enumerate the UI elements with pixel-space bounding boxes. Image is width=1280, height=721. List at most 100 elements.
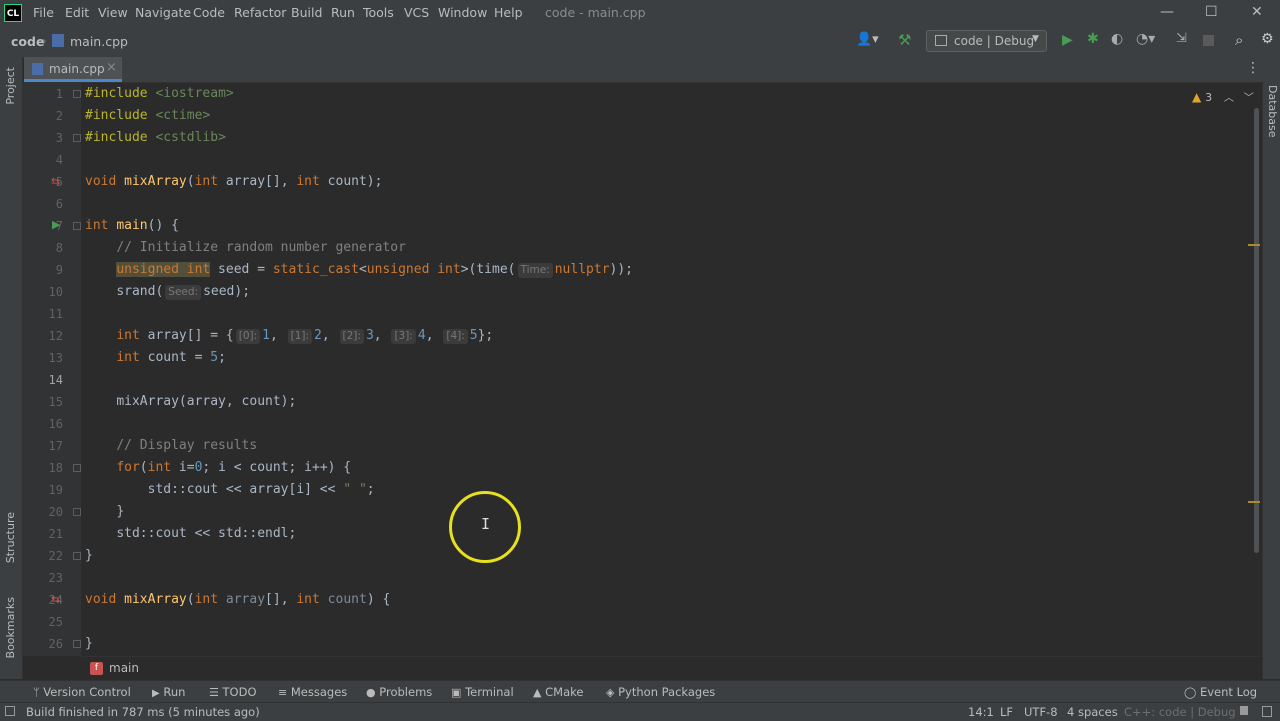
warning-count: 3 <box>1205 91 1213 104</box>
user-icon[interactable]: 👤▾ <box>856 32 879 47</box>
menu-file[interactable]: File <box>33 5 54 20</box>
stop-icon[interactable] <box>1203 35 1214 46</box>
menu-vcs[interactable]: VCS <box>404 5 429 20</box>
line-number: 23 <box>48 571 63 585</box>
menu-navigate[interactable]: Navigate <box>135 5 191 20</box>
tool-todo[interactable]: ☰ TODO <box>209 685 257 699</box>
line-number: 17 <box>48 439 63 453</box>
line-number: 18 <box>48 461 63 475</box>
line-separator[interactable]: LF <box>1000 705 1013 719</box>
vertical-scrollbar[interactable] <box>1254 108 1259 553</box>
index-hint: [3]: <box>391 329 416 344</box>
fold-icon[interactable] <box>73 508 81 516</box>
indent-setting[interactable]: 4 spaces <box>1067 705 1118 719</box>
memory-indicator-icon[interactable] <box>1262 706 1272 717</box>
settings-icon[interactable]: ⚙ <box>1261 31 1274 47</box>
tool-python-packages[interactable]: ◈ Python Packages <box>606 685 715 699</box>
tool-event-log[interactable]: ◯ Event Log <box>1184 685 1257 699</box>
coverage-icon[interactable]: ◐ <box>1111 31 1123 47</box>
menu-window[interactable]: Window <box>438 5 487 20</box>
run-config-selector[interactable]: code | Debug ▼ <box>926 30 1047 52</box>
navigate-to-declaration-icon[interactable]: ⇆ <box>51 593 60 606</box>
menu-run[interactable]: Run <box>331 5 355 20</box>
messages-icon: ≡ <box>278 686 288 699</box>
warning-marker[interactable] <box>1248 244 1260 246</box>
tool-messages[interactable]: ≡ Messages <box>278 685 347 699</box>
code-editor[interactable]: #include <iostream> #include <ctime> #in… <box>81 83 1251 656</box>
debug-icon[interactable]: ✱ <box>1087 31 1099 47</box>
build-hammer-icon[interactable]: ⚒ <box>898 31 911 49</box>
fold-icon[interactable] <box>73 552 81 560</box>
line-number: 20 <box>48 505 63 519</box>
fold-icon[interactable] <box>73 134 81 142</box>
fold-icon[interactable] <box>73 90 81 98</box>
breadcrumb-project[interactable]: code <box>11 34 44 49</box>
code-line: int array[] = {[0]: 1, [1]: 2, [2]: 3, [3]:… <box>116 328 494 344</box>
code-line: void mixArray(int array[], int count); <box>85 174 383 189</box>
problems-icon: ● <box>366 686 376 699</box>
chevron-down-icon[interactable]: ﹀ <box>1244 93 1254 104</box>
line-number: 6 <box>55 197 63 211</box>
chevron-up-icon[interactable]: ︿ <box>1224 93 1234 104</box>
tab-close-icon[interactable]: × <box>106 60 117 75</box>
menu-tools[interactable]: Tools <box>363 5 394 20</box>
tool-run[interactable]: ▶ Run <box>152 685 185 699</box>
menu-view[interactable]: View <box>98 5 128 20</box>
close-window-button[interactable]: ✕ <box>1251 4 1263 20</box>
line-number: 2 <box>55 109 63 123</box>
breadcrumb-file[interactable]: main.cpp <box>70 34 128 49</box>
tool-problems[interactable]: ● Problems <box>366 685 432 699</box>
database-tool-button[interactable]: Database <box>1266 85 1279 138</box>
event-log-icon: ◯ <box>1184 686 1197 699</box>
menu-bar: CL File Edit View Navigate Code Refactor… <box>0 0 1280 26</box>
chevron-down-icon: ▼ <box>1032 34 1039 44</box>
run-config-label: code | Debug <box>954 34 1035 48</box>
more-options-icon[interactable]: ⋮ <box>1246 60 1260 76</box>
warning-marker[interactable] <box>1248 501 1260 503</box>
bookmarks-tool-button[interactable]: Bookmarks <box>4 597 17 658</box>
file-encoding[interactable]: UTF-8 <box>1024 705 1058 719</box>
menu-code[interactable]: Code <box>193 5 225 20</box>
menu-refactor[interactable]: Refactor <box>234 5 286 20</box>
resolve-context[interactable]: C++: code | Debug <box>1124 705 1236 719</box>
status-message[interactable]: Build finished in 787 ms (5 minutes ago) <box>26 705 260 719</box>
line-number: 15 <box>48 395 63 409</box>
fold-icon[interactable] <box>73 464 81 472</box>
inspection-widget[interactable]: ▲ 3 ︿ ﹀ <box>1192 89 1254 104</box>
fold-icon[interactable] <box>73 222 81 230</box>
line-number: 16 <box>48 417 63 431</box>
menu-edit[interactable]: Edit <box>65 5 89 20</box>
navigate-to-definition-icon[interactable]: ⇆ <box>51 175 60 188</box>
code-line: srand(Seed: seed); <box>116 284 251 300</box>
project-tool-button[interactable]: Project <box>4 67 17 105</box>
tool-terminal[interactable]: ▣ Terminal <box>451 685 514 699</box>
profile-icon[interactable]: ◔▾ <box>1136 31 1155 47</box>
code-line: mixArray(array, count); <box>116 394 297 409</box>
breadcrumb-main[interactable]: main <box>109 661 139 675</box>
tool-cmake[interactable]: ▲ CMake <box>533 685 583 699</box>
fold-icon[interactable] <box>73 640 81 648</box>
code-line: } <box>85 636 93 651</box>
maximize-button[interactable]: ☐ <box>1205 4 1218 20</box>
clion-logo: CL <box>4 4 22 22</box>
branch-icon: ᛘ <box>33 686 40 699</box>
structure-tool-button[interactable]: Structure <box>4 512 17 563</box>
menu-help[interactable]: Help <box>494 5 523 20</box>
menu-build[interactable]: Build <box>291 5 322 20</box>
line-number: 4 <box>55 153 63 167</box>
minimize-button[interactable]: — <box>1160 4 1174 20</box>
run-icon[interactable]: ▶ <box>1062 32 1073 48</box>
tool-version-control[interactable]: ᛘ Version Control <box>33 685 131 699</box>
line-number: 21 <box>48 527 63 541</box>
status-toggle-icon[interactable] <box>5 706 15 716</box>
code-line: } <box>85 548 93 563</box>
lock-icon[interactable] <box>1240 706 1248 715</box>
search-icon[interactable]: ⌕ <box>1235 31 1243 49</box>
tab-main-cpp[interactable]: main.cpp × <box>24 57 122 82</box>
caret-position[interactable]: 14:1 <box>968 705 994 719</box>
chevron-right-icon: › <box>42 34 47 48</box>
code-line: int count = 5; <box>116 350 226 365</box>
editor-tab-bar: main.cpp × ⋮ <box>24 57 1264 83</box>
run-gutter-icon[interactable]: ▶ <box>52 218 60 231</box>
attach-icon[interactable]: ⇲ <box>1176 31 1187 46</box>
